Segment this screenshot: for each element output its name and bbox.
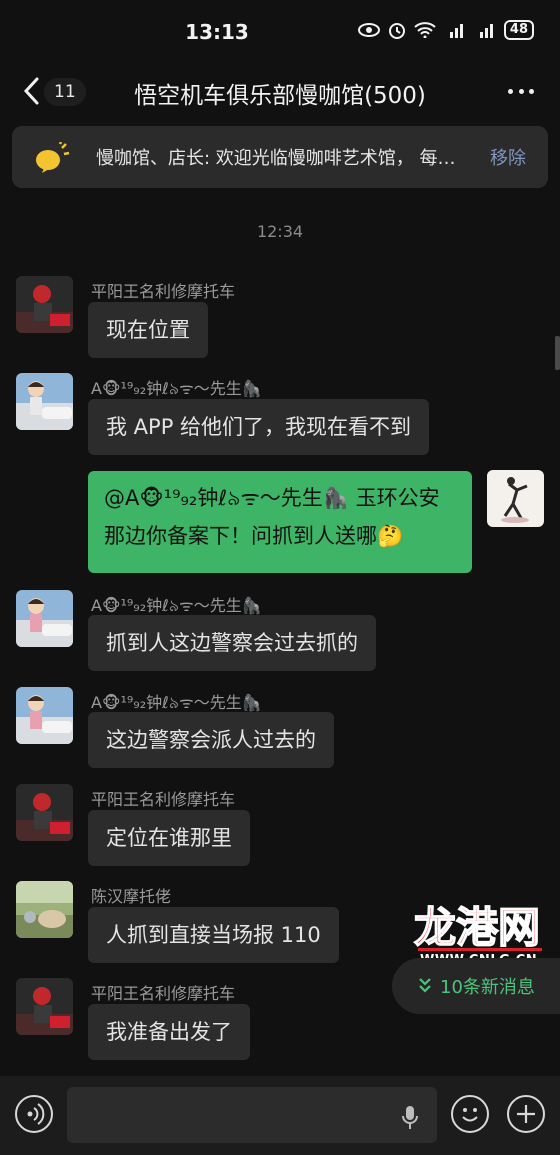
avatar[interactable]	[16, 276, 73, 333]
microphone-icon[interactable]	[400, 1104, 420, 1132]
avatar[interactable]	[16, 687, 73, 744]
chat-title: 悟空机车俱乐部慢咖馆(500)	[134, 83, 426, 109]
message-bubble[interactable]: 人抓到直接当场报 110	[88, 907, 339, 963]
eye-icon	[357, 23, 380, 37]
plus-icon[interactable]	[507, 1095, 545, 1133]
remove-notice-button[interactable]: 移除	[490, 144, 526, 170]
signal-4g-icon	[449, 24, 463, 38]
group-notice-bar[interactable]: 慢咖馆、店长: 欢迎光临慢咖啡艺术馆， 每… 移除	[12, 126, 548, 188]
scroll-indicator[interactable]	[555, 336, 560, 370]
message-bubble[interactable]: 现在位置	[88, 302, 208, 358]
unread-count-badge[interactable]: 11	[44, 78, 86, 106]
signal-5g-icon	[479, 24, 493, 38]
chat-header: 11 悟空机车俱乐部慢咖馆(500)	[0, 62, 560, 120]
sender-name: 平阳王名利修摩托车	[91, 984, 236, 1003]
double-chevron-down-icon	[419, 978, 431, 993]
back-chevron-icon[interactable]	[20, 76, 46, 106]
wifi-icon	[414, 22, 436, 38]
avatar[interactable]	[16, 590, 73, 647]
message-line: @A🐵¹⁹₉₂钟ℓ৯ᯤ〜先生🦍 玉环公安	[104, 486, 440, 510]
sender-name: 平阳王名利修摩托车	[91, 790, 236, 809]
message-bubble-self[interactable]: @A🐵¹⁹₉₂钟ℓ৯ᯤ〜先生🦍 玉环公安 那边你备案下！问抓到人送哪🤔	[88, 471, 472, 573]
new-messages-button[interactable]: 10条新消息	[392, 958, 560, 1014]
message-bubble[interactable]: 我 APP 给他们了，我现在看不到	[88, 399, 430, 455]
message-bubble[interactable]: 定位在谁那里	[88, 810, 250, 866]
alarm-icon	[388, 23, 405, 39]
sender-name: 陈汉摩托佬	[91, 887, 172, 906]
message-input[interactable]	[67, 1087, 437, 1143]
svg-text:龙港网: 龙港网	[414, 903, 540, 952]
status-icons: 48	[357, 20, 534, 40]
avatar[interactable]	[16, 784, 73, 841]
new-messages-label: 10条新消息	[440, 977, 535, 998]
avatar[interactable]	[16, 881, 73, 938]
emoji-icon[interactable]	[451, 1095, 489, 1133]
voice-icon[interactable]	[15, 1095, 53, 1133]
notice-text: 慢咖馆、店长: 欢迎光临慢咖啡艺术馆， 每…	[96, 148, 456, 169]
input-bar	[0, 1076, 560, 1155]
message-timestamp: 12:34	[256, 222, 304, 241]
message-bubble[interactable]: 抓到人这边警察会过去抓的	[88, 615, 376, 671]
sender-name: 平阳王名利修摩托车	[91, 282, 236, 301]
message-bubble[interactable]: 我准备出发了	[88, 1004, 250, 1060]
speaker-icon	[36, 142, 70, 173]
avatar[interactable]	[487, 470, 544, 527]
status-bar: 13:13 48	[0, 0, 560, 62]
avatar[interactable]	[16, 978, 73, 1035]
message-line: 那边你备案下！问抓到人送哪🤔	[104, 524, 404, 548]
more-icon[interactable]	[508, 84, 534, 98]
battery-indicator: 48	[503, 20, 534, 40]
avatar[interactable]	[16, 373, 73, 430]
message-bubble[interactable]: 这边警察会派人过去的	[88, 712, 334, 768]
